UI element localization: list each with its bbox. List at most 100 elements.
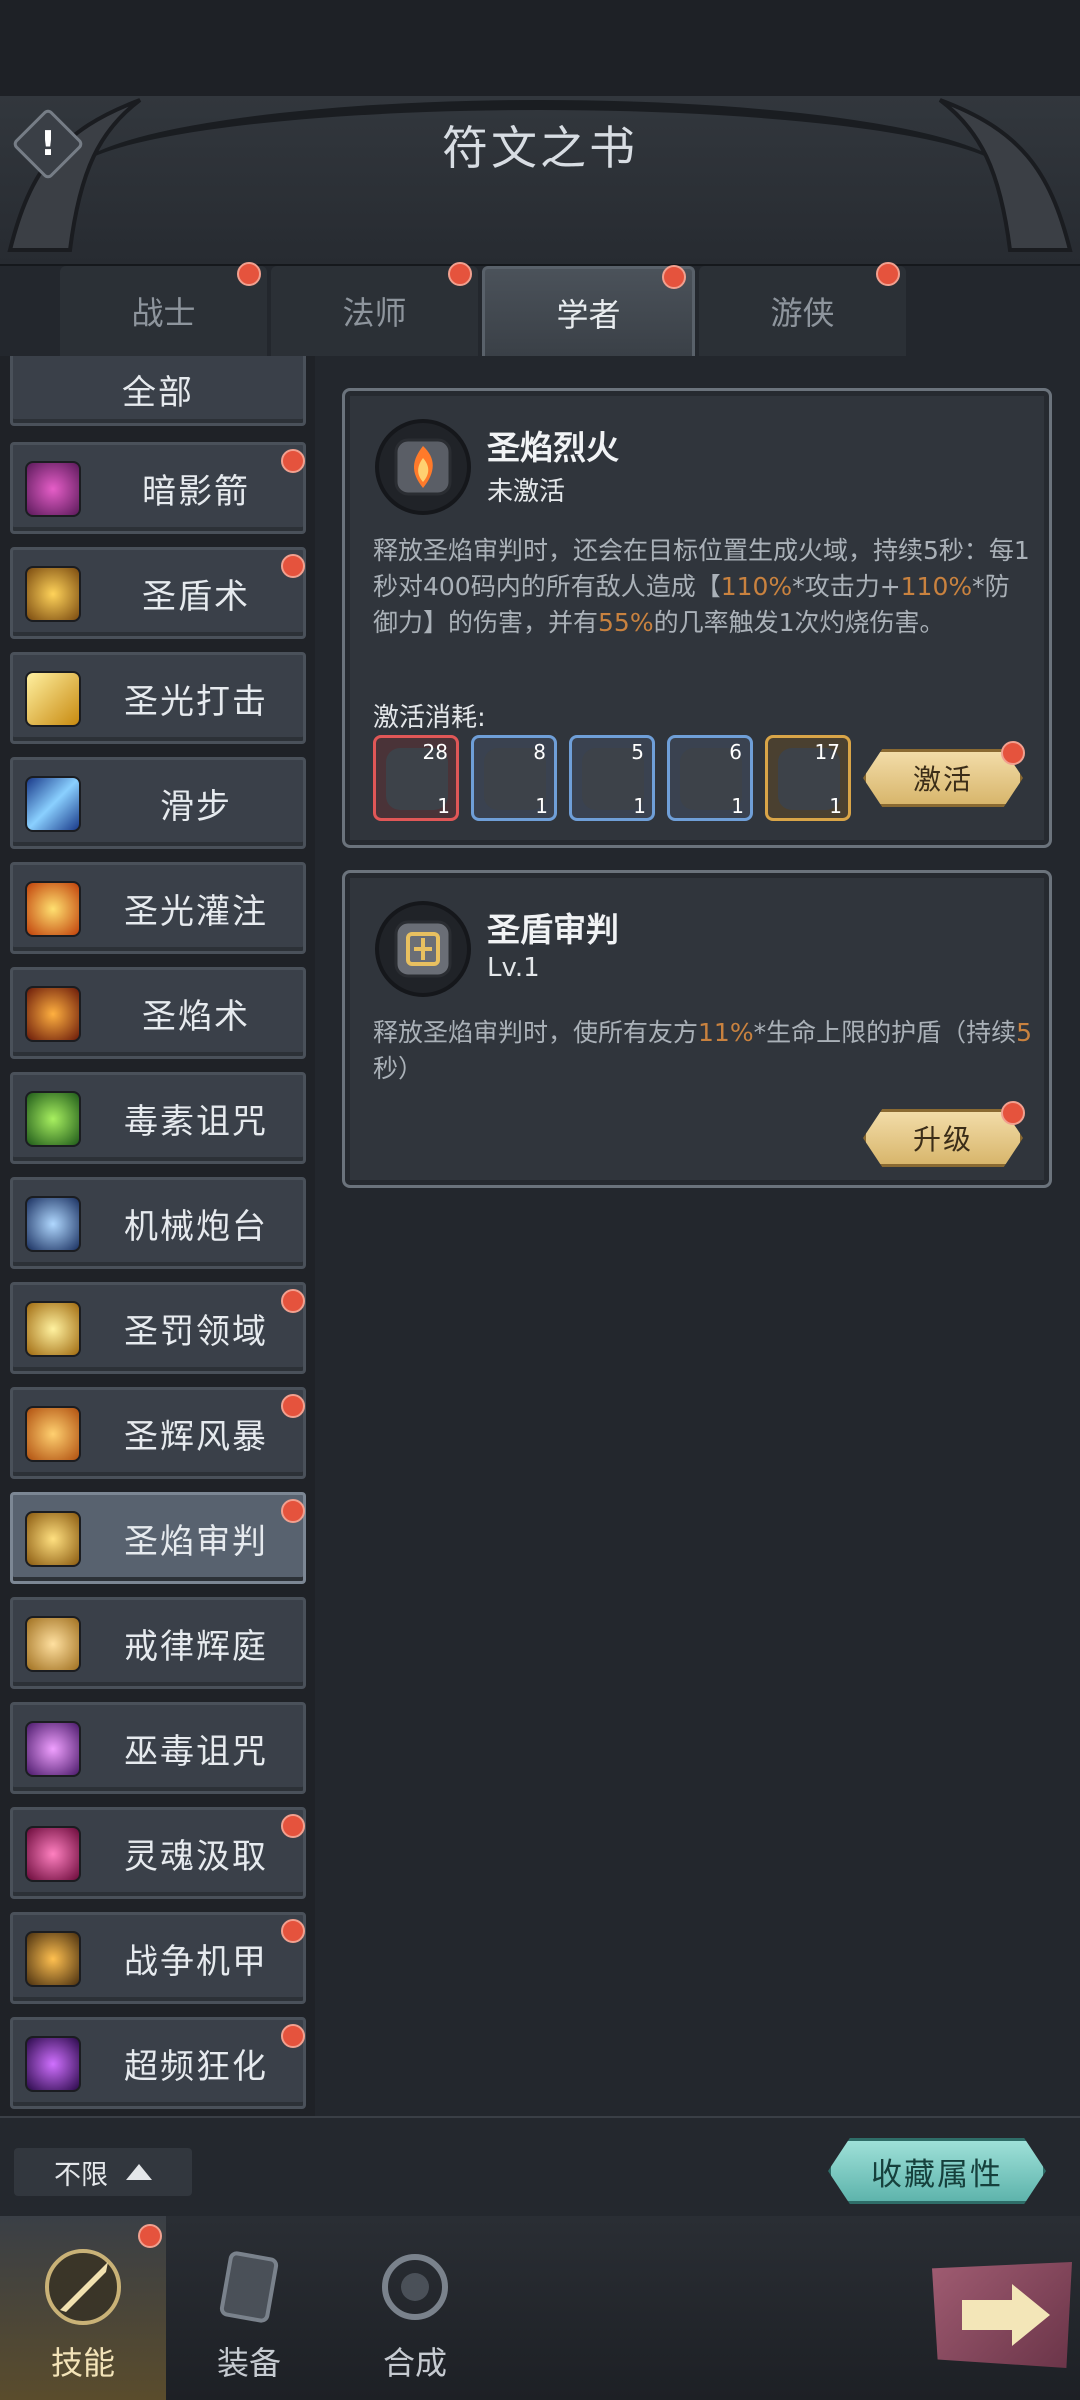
- sidebar-item-soul-drain[interactable]: 灵魂汲取: [10, 1807, 306, 1899]
- notification-dot: [237, 262, 261, 286]
- sidebar-item-holy-infusion[interactable]: 圣光灌注: [10, 862, 306, 954]
- notification-dot: [281, 1289, 305, 1313]
- discipline-court-icon: [25, 1616, 81, 1672]
- toxin-curse-icon: [25, 1091, 81, 1147]
- equipment-icon: [219, 2251, 279, 2323]
- voodoo-curse-icon: [25, 1721, 81, 1777]
- required-count: 1: [633, 794, 646, 818]
- nav-label: 合成: [382, 2344, 447, 2382]
- activation-cost-label: 激活消耗:: [373, 703, 486, 733]
- desc-text: 释放圣焰审判时，使所有友方: [373, 1018, 699, 1047]
- sidebar-item-toxin-curse[interactable]: 毒素诅咒: [10, 1072, 306, 1164]
- tab-warrior[interactable]: 战士: [60, 262, 267, 356]
- overclock-frenzy-icon: [25, 2036, 81, 2092]
- cost-rune-wind[interactable]: 6 1: [667, 735, 753, 821]
- holy-flame-icon: [25, 986, 81, 1042]
- nav-skills[interactable]: 技能: [0, 2216, 166, 2400]
- sidebar-item-holy-strike[interactable]: 圣光打击: [10, 652, 306, 744]
- rune-name: 圣盾审判: [487, 910, 619, 949]
- status-bar-area: [0, 0, 1080, 96]
- rune-card-holy-fire: 圣焰烈火 未激活 释放圣焰审判时，还会在目标位置生成火域，持续5秒：每1秒对40…: [342, 388, 1052, 848]
- sidebar-item-discipline-court[interactable]: 戒律辉庭: [10, 1597, 306, 1689]
- sidebar-item-label: 戒律辉庭: [124, 1626, 268, 1667]
- notification-dot: [662, 265, 686, 289]
- sidebar-item-label: 圣盾术: [142, 576, 250, 617]
- notification-dot: [448, 262, 472, 286]
- next-page-button[interactable]: [932, 2262, 1072, 2368]
- notification-dot: [281, 449, 305, 473]
- sidebar-item-label: 灵魂汲取: [124, 1836, 268, 1877]
- skill-sidebar[interactable]: 全部 暗影箭 圣盾术 圣光打击 滑步 圣光灌注 圣焰术 毒素诅咒 机械炮台 圣罚…: [0, 356, 315, 2116]
- rune-name: 圣焰烈火: [487, 428, 619, 467]
- required-count: 1: [535, 794, 548, 818]
- holy-storm-icon: [25, 1406, 81, 1462]
- sidebar-item-slide-step[interactable]: 滑步: [10, 757, 306, 849]
- nav-label: 技能: [50, 2344, 115, 2382]
- activate-button[interactable]: 激活: [863, 749, 1023, 807]
- sidebar-item-war-mech[interactable]: 战争机甲: [10, 1912, 306, 2004]
- desc-highlight: 55%: [598, 608, 654, 637]
- page-title: 符文之书: [442, 121, 638, 175]
- tab-scholar[interactable]: 学者: [482, 265, 695, 356]
- upgrade-button[interactable]: 升级: [863, 1109, 1023, 1167]
- rune-card-shield-judgment: 圣盾审判 Lv.1 释放圣焰审判时，使所有友方11%*生命上限的护盾（持续5 秒）…: [342, 870, 1052, 1188]
- collection-attributes-button[interactable]: 收藏属性: [828, 2138, 1046, 2204]
- synthesis-icon: [382, 2254, 448, 2320]
- required-count: 1: [731, 794, 744, 818]
- class-tabs: 战士 法师 学者 游侠: [60, 262, 910, 356]
- notification-dot: [281, 2024, 305, 2048]
- notification-dot: [281, 554, 305, 578]
- sidebar-item-label: 超频狂化: [124, 2046, 268, 2087]
- sidebar-item-label: 圣光灌注: [124, 891, 268, 932]
- holy-flame-judgment-icon: [25, 1511, 81, 1567]
- cost-rune-spirit[interactable]: 5 1: [569, 735, 655, 821]
- sidebar-item-holy-shield[interactable]: 圣盾术: [10, 547, 306, 639]
- slide-step-icon: [25, 776, 81, 832]
- notification-dot: [1001, 741, 1025, 765]
- nav-synthesis[interactable]: 合成: [332, 2216, 498, 2400]
- sidebar-item-overclock-frenzy[interactable]: 超频狂化: [10, 2017, 306, 2109]
- notification-dot: [281, 1919, 305, 1943]
- sidebar-item-label: 全部: [122, 372, 194, 413]
- cost-rune-thunder[interactable]: 17 1: [765, 735, 851, 821]
- owned-count: 17: [814, 740, 840, 764]
- notification-dot: [1001, 1101, 1025, 1125]
- desc-highlight: 11%: [698, 1018, 754, 1047]
- notification-dot: [281, 1499, 305, 1523]
- tab-ranger[interactable]: 游侠: [699, 262, 906, 356]
- desc-text: 的几率触发1次灼烧伤害。: [653, 608, 945, 637]
- sidebar-item-all[interactable]: 全部: [10, 356, 306, 426]
- sidebar-item-label: 巫毒诅咒: [124, 1731, 268, 1772]
- sidebar-item-holy-storm[interactable]: 圣辉风暴: [10, 1387, 306, 1479]
- cost-rune-water[interactable]: 8 1: [471, 735, 557, 821]
- sidebar-item-label: 机械炮台: [124, 1206, 268, 1247]
- holy-punish-field-icon: [25, 1301, 81, 1357]
- rune-level: Lv.1: [487, 953, 540, 983]
- sidebar-item-voodoo-curse[interactable]: 巫毒诅咒: [10, 1702, 306, 1794]
- holy-strike-icon: [25, 671, 81, 727]
- notification-dot: [876, 262, 900, 286]
- rune-status: 未激活: [487, 477, 566, 507]
- sidebar-item-shadow-arrow[interactable]: 暗影箭: [10, 442, 306, 534]
- filter-dropdown[interactable]: 不限: [14, 2148, 192, 2196]
- owned-count: 6: [729, 740, 742, 764]
- notification-dot: [138, 2224, 162, 2248]
- filter-label: 不限: [54, 2159, 108, 2191]
- sidebar-item-label: 圣光打击: [124, 681, 268, 722]
- rune-fire-icon: [375, 419, 471, 515]
- sidebar-item-label: 毒素诅咒: [124, 1101, 268, 1142]
- sidebar-item-holy-flame[interactable]: 圣焰术: [10, 967, 306, 1059]
- notification-dot: [281, 1814, 305, 1838]
- cost-rune-fire[interactable]: 28 1: [373, 735, 459, 821]
- nav-equipment[interactable]: 装备: [166, 2216, 332, 2400]
- sidebar-item-holy-flame-judgment[interactable]: 圣焰审判: [10, 1492, 306, 1584]
- sidebar-item-mech-turret[interactable]: 机械炮台: [10, 1177, 306, 1269]
- tab-mage[interactable]: 法师: [271, 262, 478, 356]
- sidebar-item-holy-punish-field[interactable]: 圣罚领域: [10, 1282, 306, 1374]
- tab-label: 法师: [342, 294, 407, 332]
- sidebar-item-label: 圣焰术: [142, 996, 250, 1037]
- holy-shield-icon: [25, 566, 81, 622]
- rune-shield-icon: [375, 901, 471, 997]
- required-count: 1: [437, 794, 450, 818]
- tab-label: 学者: [556, 295, 621, 334]
